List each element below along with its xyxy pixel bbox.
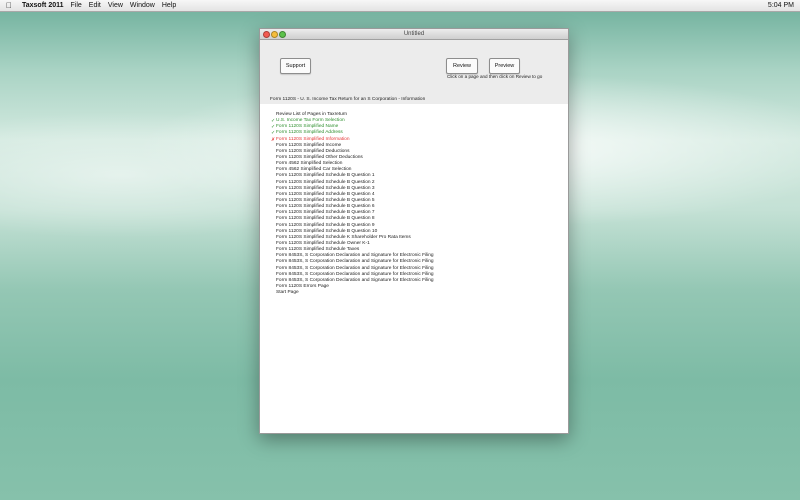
page-list-item-label: Form 8453S, S Corporation Declaration an… <box>276 277 434 283</box>
menu-view[interactable]: View <box>108 0 123 11</box>
toolbar: Support Review Preview Click on a page a… <box>260 40 568 116</box>
menu-window[interactable]: Window <box>130 0 155 11</box>
menu-app-name[interactable]: Taxsoft 2011 <box>22 0 64 11</box>
menu-list: Taxsoft 2011 File Edit View Window Help <box>22 0 176 11</box>
page-list-item-label: Form 1120S Simplified Schedule B Questio… <box>276 228 378 234</box>
page-list-item-label: Form 1120S Errors Page <box>276 283 329 289</box>
page-list-item-label: Form 1120S Simplified Schedule B Questio… <box>276 179 375 185</box>
page-list-item-label: Form 1120S Simplified Schedule K Shareho… <box>276 234 411 240</box>
preview-button[interactable]: Preview <box>489 58 520 74</box>
page-list-item-label: Form 1120S Simplified Schedule B Questio… <box>276 197 375 203</box>
menu-file[interactable]: File <box>71 0 82 11</box>
page-list-item-label: Form 4562 Simplified Selection <box>276 161 343 167</box>
review-hint-text: Click on a page and then click on Review… <box>447 74 543 79</box>
apple-logo-icon[interactable]:  <box>6 0 12 11</box>
page-list-item-label: Form 1120S Simplified Schedule B Questio… <box>276 210 375 216</box>
page-list-item-label: Form 1120S Simplified Schedule Taxes <box>276 247 360 253</box>
page-list-item-label: Form 1120S Simplified Address <box>276 130 343 136</box>
page-list-item-label: Form 1120S Simplified Name <box>276 124 339 130</box>
page-list-item-label: Start Page <box>276 290 299 296</box>
window-title: Untitled <box>403 31 425 37</box>
page-list-item-label: Form 8453S, S Corporation Declaration an… <box>276 259 434 265</box>
page-list-item-label: Form 1120S Simplified Schedule B Questio… <box>276 185 375 191</box>
page-list-item-label: U.S. Income Tax Form Selection <box>276 118 345 124</box>
page-list-item-label: Form 1120S Simplified Schedule B Questio… <box>276 204 375 210</box>
page-list-item-label: Form 1120S Simplified Schedule B Questio… <box>276 191 375 197</box>
page-list-item-label: Form 8453S, S Corporation Declaration an… <box>276 271 434 277</box>
error-x-icon: ✗ <box>271 136 276 143</box>
menu-clock[interactable]: 5:04 PM <box>768 0 794 11</box>
window-titlebar[interactable]: Untitled <box>260 29 568 40</box>
page-list-item-label: Form 1120S Simplified Information <box>276 136 350 142</box>
page-list-item-label: Form 1120S Simplified Income <box>276 142 342 148</box>
form-title: Form 1120S - U. S. Income Tax Return for… <box>270 97 426 102</box>
app-window: Untitled Support Review Preview Click on… <box>259 28 569 434</box>
page-list-item-label: Form 1120S Simplified Schedule B Questio… <box>276 173 375 179</box>
page-list-item-label: Form 1120S Simplified Schedule B Questio… <box>276 216 375 222</box>
page-list-item-label: Form 1120S Simplified Deductions <box>276 148 350 154</box>
menu-help[interactable]: Help <box>162 0 176 11</box>
page-list: Review List of Pages in Taxreturn ✓ U.S. … <box>271 112 434 296</box>
menu-bar:  Taxsoft 2011 File Edit View Window Hel… <box>0 0 800 12</box>
page-list-item-label: Form 8453S, S Corporation Declaration an… <box>276 265 434 271</box>
page-list-item-label: Form 4562 Simplified Car Selection <box>276 167 352 173</box>
page-list-item-label: Form 1120S Simplified Other Deductions <box>276 154 363 160</box>
page-list-item-label: Form 8453S, S Corporation Declaration an… <box>276 253 434 259</box>
menu-edit[interactable]: Edit <box>89 0 101 11</box>
page-list-item-label: Form 1120S Simplified Schedule Owner K-1 <box>276 240 370 246</box>
support-button[interactable]: Support <box>280 58 311 74</box>
page-list-panel: Review List of Pages in Taxreturn ✓ U.S. … <box>260 104 568 433</box>
page-list-item[interactable]: Start Page <box>276 290 434 296</box>
page-list-item-label: Form 1120S Simplified Schedule B Questio… <box>276 222 375 228</box>
review-button[interactable]: Review <box>446 58 478 74</box>
